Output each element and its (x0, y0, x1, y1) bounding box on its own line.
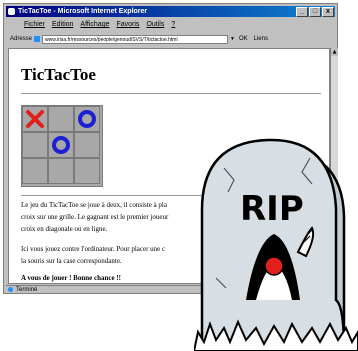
board-cell-1-2[interactable] (48, 106, 74, 132)
page-title: TicTacToe (21, 65, 96, 84)
board-cell-3-2[interactable] (48, 158, 74, 184)
page-icon (34, 36, 41, 42)
links-button[interactable]: Liens (252, 36, 270, 42)
address-bar: Adresse www.irisa.fr/ressources/people/g… (6, 33, 335, 45)
text-line: croix sur une grille. Le gagnant est le … (21, 213, 169, 221)
dropdown-arrow-icon[interactable]: ▼ (230, 36, 235, 42)
board-cell-3-1[interactable] (22, 158, 48, 184)
rip-text: RIP (240, 189, 304, 229)
o-mark-icon (78, 110, 96, 128)
instructions-paragraph: Ici vous jouez contre l'ordinateur. Pour… (21, 243, 165, 267)
menu-favoris[interactable]: Favoris (116, 19, 139, 31)
menu-edition[interactable]: Edition (52, 19, 73, 31)
board-cell-2-2[interactable] (48, 132, 74, 158)
board-cell-1-3[interactable] (74, 106, 100, 132)
address-input[interactable]: www.irisa.fr/ressources/people/genoud/SV… (42, 34, 229, 44)
board-cell-2-1[interactable] (22, 132, 48, 158)
intro-paragraph: Le jeu du TicTacToe se joue à deux, il c… (21, 199, 168, 235)
go-button[interactable]: OK (237, 36, 250, 42)
board-cell-1-1[interactable] (22, 106, 48, 132)
closing-text: A vous de jouer ! Bonne chance !! (21, 274, 122, 282)
close-button[interactable]: x (322, 7, 334, 17)
board-cell-2-3[interactable] (74, 132, 100, 158)
text-line: la souris sur la case correspondante. (21, 257, 122, 265)
menu-fichier[interactable]: Fichier (24, 19, 45, 31)
rip-tombstone-illustration: RIP (194, 138, 358, 351)
ie-logo-icon (8, 8, 15, 15)
address-label: Adresse (10, 36, 33, 42)
board-cell-3-3[interactable] (74, 158, 100, 184)
menu-outils[interactable]: Outils (146, 19, 164, 31)
menu-bar: Fichier Edition Affichage Favoris Outils… (6, 19, 335, 31)
minimize-button[interactable]: _ (296, 7, 308, 17)
menu-affichage[interactable]: Affichage (80, 19, 109, 31)
divider (21, 93, 321, 94)
x-mark-icon (26, 110, 44, 128)
scroll-up-icon[interactable]: ▲ (331, 48, 338, 56)
maximize-button[interactable]: □ (309, 7, 321, 17)
text-line: Le jeu du TicTacToe se joue à deux, il c… (21, 201, 167, 209)
status-text: Terminé (16, 287, 38, 293)
text-line: Ici vous jouez contre l'ordinateur. Pour… (21, 245, 166, 253)
menu-help[interactable]: ? (171, 19, 175, 31)
page-status-icon (8, 287, 13, 292)
o-mark-icon (52, 136, 70, 154)
text-line: croix en diagonale ou en ligne. (21, 225, 108, 233)
window-controls: _ □ x (296, 7, 334, 17)
tictactoe-board (21, 105, 103, 187)
title-bar: TicTacToe - Microsoft Internet Explorer … (6, 6, 335, 17)
window-title: TicTacToe - Microsoft Internet Explorer (18, 8, 148, 15)
